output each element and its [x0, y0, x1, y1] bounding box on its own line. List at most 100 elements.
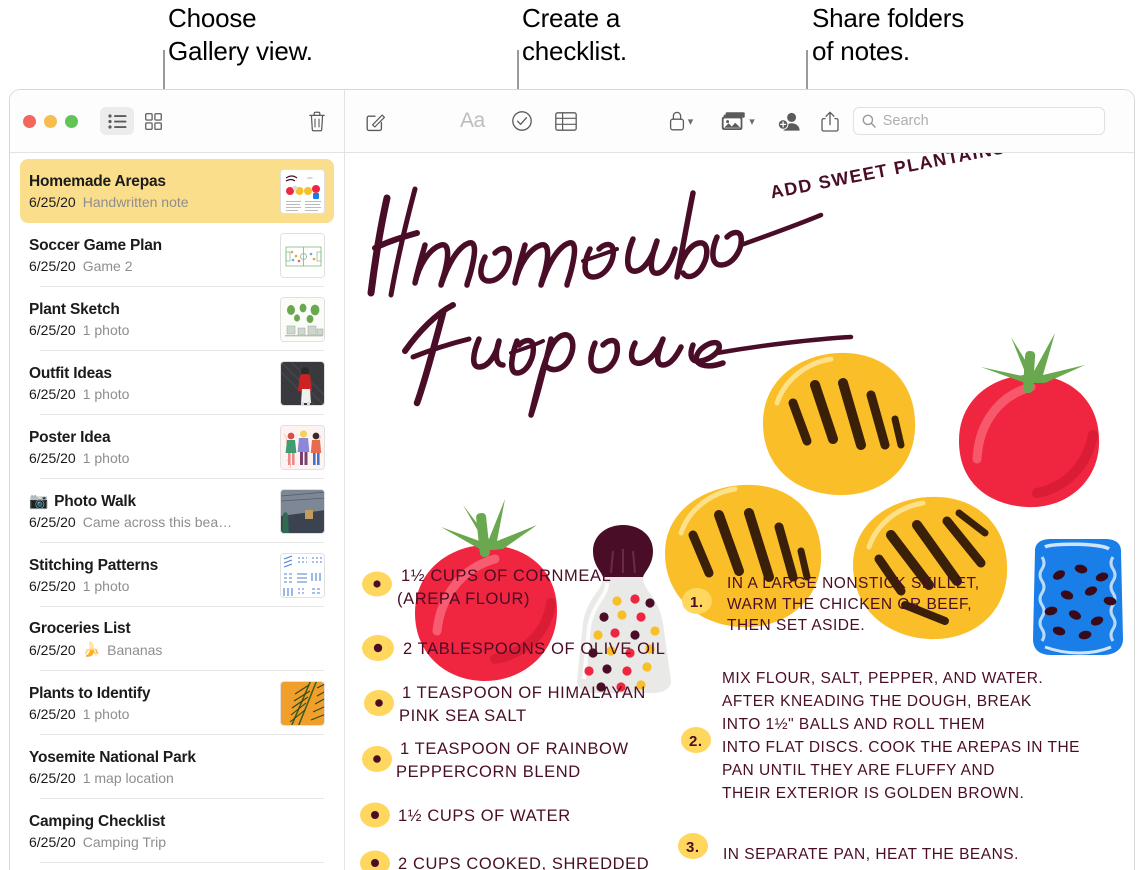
ingredient-item-4: 1½ CUPS OF WATER — [360, 802, 571, 828]
note-item-meta: 6/25/20 🍌 Bananas — [29, 641, 325, 658]
compose-icon — [366, 114, 385, 131]
note-item-meta: 6/25/20 1 photo — [29, 706, 280, 722]
minimize-window-button[interactable] — [44, 114, 57, 128]
svg-text:MIX FLOUR, SALT, PEPPER, AND W: MIX FLOUR, SALT, PEPPER, AND WATER. — [722, 670, 1043, 687]
note-item-info: 📷 Photo Walk 6/25/20 Came across this bea… — [29, 492, 280, 531]
delete-note-button[interactable] — [308, 106, 326, 136]
note-item-title: Camping Checklist — [29, 812, 166, 830]
outfit-thumb-icon — [281, 361, 324, 405]
table-button[interactable] — [554, 106, 577, 136]
note-item-title: Stitching Patterns — [29, 556, 159, 574]
svg-text:1 TEASPOON OF HIMALAYAN: 1 TEASPOON OF HIMALAYAN — [402, 684, 646, 702]
search-field[interactable]: Search — [852, 107, 1105, 135]
table-icon — [554, 111, 577, 131]
svg-text:1½ CUPS OF WATER: 1½ CUPS OF WATER — [398, 807, 571, 825]
notes-list-sidebar[interactable]: Homemade Arepas 6/25/20 Handwritten note… — [10, 153, 345, 870]
note-list-item-outfit-ideas[interactable]: Outfit Ideas 6/25/20 1 photo — [20, 351, 334, 415]
note-item-emoji: 🍌 — [82, 641, 101, 657]
note-list-item-homemade-arepas[interactable]: Homemade Arepas 6/25/20 Handwritten note… — [20, 159, 334, 223]
arepa-illustration-3 — [853, 496, 1008, 640]
note-content-area[interactable]: ADD SWEET PLANTAINS! 1½ CUPS OF CORNMEAL… — [345, 153, 1134, 870]
compose-note-button[interactable] — [365, 106, 386, 136]
note-item-title: Plants to Identify — [29, 684, 151, 702]
note-item-preview: Handwritten note — [82, 193, 189, 210]
add-people-button[interactable] — [777, 106, 801, 136]
window-body: Homemade Arepas 6/25/20 Handwritten note… — [10, 153, 1134, 870]
note-item-preview: Camping Trip — [82, 833, 166, 850]
share-button[interactable] — [821, 106, 839, 136]
search-input[interactable]: Search — [883, 113, 929, 129]
view-switcher — [100, 107, 170, 135]
svg-text:THEN SET ASIDE.: THEN SET ASIDE. — [727, 617, 865, 634]
note-list-item-groceries-list[interactable]: Groceries List 6/25/20 🍌 Bananas — [20, 607, 334, 671]
photowalk-thumb-icon — [281, 489, 324, 533]
note-list-item-plants-to-identify[interactable]: Plants to Identify 6/25/20 1 photo — [20, 671, 334, 735]
note-thumbnail-photowalk — [280, 488, 325, 534]
note-item-info: Yosemite National Park 6/25/20 1 map loc… — [29, 749, 325, 786]
palm-thumb-icon — [281, 681, 324, 725]
close-window-button[interactable] — [23, 114, 36, 128]
lock-icon — [669, 111, 684, 131]
note-item-meta: 6/25/20 1 photo — [29, 386, 280, 402]
note-list-item-soccer-game-plan[interactable]: Soccer Game Plan 6/25/20 Game 2 — [20, 223, 334, 287]
note-item-preview: Bananas — [107, 641, 163, 658]
note-item-emoji: 📷 — [29, 493, 49, 510]
note-annotation-text: ADD SWEET PLANTAINS! — [769, 153, 1015, 202]
svg-text:ADD SWEET PLANTAINS!: ADD SWEET PLANTAINS! — [769, 153, 1015, 202]
svg-text:ADD: ADD — [307, 176, 313, 180]
media-button[interactable]: ▾ — [721, 106, 755, 136]
note-list-item-yosemite-national-park[interactable]: Yosemite National Park 6/25/20 1 map loc… — [20, 735, 334, 799]
gallery-view-button[interactable] — [136, 107, 170, 135]
instruction-step-3: 3. IN SEPARATE PAN, HEAT THE BEANS. — [678, 833, 1018, 863]
gallery-icon — [144, 112, 162, 130]
svg-text:AFTER KNEADING THE DOUGH, BREA: AFTER KNEADING THE DOUGH, BREAK — [722, 693, 1032, 710]
note-list-item-photo-walk[interactable]: 📷 Photo Walk 6/25/20 Came across this bea… — [20, 479, 334, 543]
note-item-title: Outfit Ideas — [29, 364, 112, 382]
note-thumbnail-plants — [280, 296, 325, 342]
note-item-preview: 1 photo — [82, 577, 130, 594]
note-item-preview: Came across this bea… — [82, 514, 233, 530]
note-item-meta: 6/25/20 Camping Trip — [29, 834, 325, 850]
note-item-info: Camping Checklist 6/25/20 Camping Trip — [29, 813, 325, 850]
poster-thumb-icon — [281, 425, 324, 469]
note-item-info: Plant Sketch 6/25/20 1 photo — [29, 301, 280, 338]
peppercorn-shaker-illustration — [577, 525, 671, 693]
ingredient-item-5: 2 CUPS COOKED, SHREDDED — [360, 850, 649, 870]
svg-text:PINK SEA SALT: PINK SEA SALT — [399, 707, 527, 725]
list-view-button[interactable] — [100, 107, 134, 135]
svg-text:2.: 2. — [689, 733, 703, 750]
note-item-info: Soccer Game Plan 6/25/20 Game 2 — [29, 237, 280, 274]
svg-text:2 CUPS COOKED, SHREDDED: 2 CUPS COOKED, SHREDDED — [398, 855, 649, 870]
format-button[interactable]: Aa — [460, 106, 485, 136]
svg-text:IN A LARGE NONSTICK SKILLET,: IN A LARGE NONSTICK SKILLET, — [727, 575, 980, 592]
note-item-meta: 6/25/20 Came across this bea… — [29, 514, 280, 530]
zoom-window-button[interactable] — [65, 114, 78, 128]
note-item-info: Plants to Identify 6/25/20 1 photo — [29, 685, 280, 722]
callout-share-text: Share folders of notes. — [812, 3, 965, 66]
checklist-button[interactable] — [511, 106, 533, 136]
note-item-meta: 6/25/20 1 photo — [29, 322, 280, 338]
traffic-lights — [23, 114, 78, 128]
trash-icon — [309, 111, 325, 131]
callout-gallery-text: Choose Gallery view. — [168, 3, 313, 66]
note-thumbnail-outfit — [280, 360, 325, 406]
note-item-meta: 6/25/20 1 photo — [29, 578, 280, 594]
note-list-item-camping-checklist[interactable]: Camping Checklist 6/25/20 Camping Trip — [20, 799, 334, 863]
note-list-item-stitching-patterns[interactable]: Stitching Patterns 6/25/20 1 photo — [20, 543, 334, 607]
note-item-info: Groceries List 6/25/20 🍌 Bananas — [29, 620, 325, 658]
note-item-info: Stitching Patterns 6/25/20 1 photo — [29, 557, 280, 594]
list-icon — [107, 113, 126, 129]
note-list-item-plant-sketch[interactable]: Plant Sketch 6/25/20 1 photo — [20, 287, 334, 351]
note-item-preview: 1 map location — [82, 769, 174, 786]
note-item-preview: Game 2 — [82, 257, 133, 274]
lock-note-button[interactable]: ▾ — [669, 106, 693, 136]
note-item-title: Yosemite National Park — [29, 748, 196, 766]
note-item-title: Plant Sketch — [29, 300, 120, 318]
note-item-date: 6/25/20 — [29, 321, 76, 338]
handwritten-note-canvas: ADD SWEET PLANTAINS! 1½ CUPS OF CORNMEAL… — [360, 153, 1123, 870]
note-item-preview: 1 photo — [82, 449, 130, 466]
note-list-item-poster-idea[interactable]: Poster Idea 6/25/20 1 photo — [20, 415, 334, 479]
note-item-title: 📷 Photo Walk — [29, 492, 136, 511]
note-thumbnail-stitching — [280, 552, 325, 598]
note-item-date: 6/25/20 — [29, 641, 76, 658]
